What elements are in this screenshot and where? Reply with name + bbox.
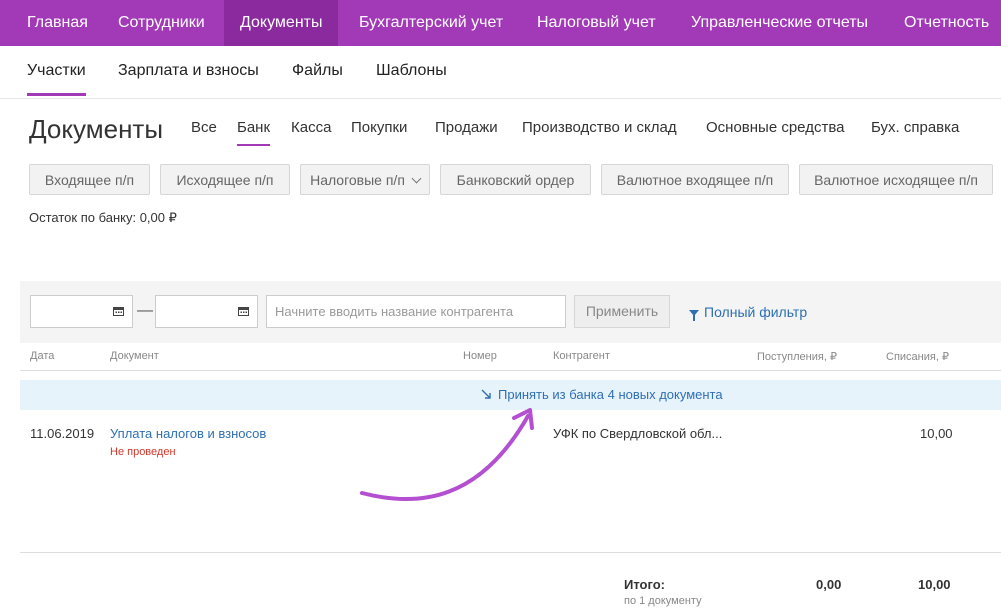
totals-expense: 10,00 [918, 577, 951, 592]
tab-cash[interactable]: Касса [291, 119, 331, 136]
arrow-down-right-icon [481, 389, 491, 399]
bank-import-row: Принять из банка 4 новых документа [20, 380, 1001, 410]
column-header-date[interactable]: Дата [30, 350, 54, 362]
chevron-down-icon [411, 173, 422, 184]
incoming-payment-button[interactable]: Входящее п/п [29, 164, 150, 195]
tax-payments-label: Налоговые п/п [310, 172, 405, 188]
date-range-separator: — [137, 302, 153, 319]
subnav-item-templates[interactable]: Шаблоны [376, 62, 447, 80]
page-title: Документы [29, 114, 164, 144]
tab-purchases[interactable]: Покупки [351, 119, 407, 136]
tab-bank[interactable]: Банк [237, 119, 271, 146]
row-date: 11.06.2019 [30, 426, 95, 441]
column-header-counterparty[interactable]: Контрагент [553, 350, 610, 362]
tab-production[interactable]: Производство и склад [522, 119, 677, 136]
top-nav: Главная Сотрудники Документы Бухгалтерск… [0, 0, 1001, 46]
bank-import-label: Принять из банка 4 новых документа [498, 387, 723, 402]
bank-balance: Остаток по банку: 0,00 ₽ [29, 210, 177, 225]
tax-payments-dropdown[interactable]: Налоговые п/п [300, 164, 430, 195]
column-header-number[interactable]: Номер [463, 350, 497, 362]
column-header-income[interactable]: Поступления, ₽ [757, 350, 837, 363]
topnav-item-accounting[interactable]: Бухгалтерский учет [343, 0, 519, 46]
totals-income: 0,00 [816, 577, 842, 592]
topnav-item-home[interactable]: Главная [11, 0, 104, 46]
tab-sales[interactable]: Продажи [435, 119, 498, 136]
full-filter-label: Полный фильтр [704, 304, 808, 320]
sub-nav: Участки Зарплата и взносы Файлы Шаблоны [0, 46, 1001, 99]
tab-accounting-note[interactable]: Бух. справка [871, 119, 959, 136]
filter-icon [689, 310, 699, 321]
divider [20, 370, 1001, 371]
tab-fixed-assets[interactable]: Основные средства [706, 119, 844, 136]
topnav-item-employees[interactable]: Сотрудники [102, 0, 221, 46]
column-header-expense[interactable]: Списания, ₽ [886, 350, 949, 363]
topnav-item-tax-accounting[interactable]: Налоговый учет [521, 0, 672, 46]
bank-import-link[interactable]: Принять из банка 4 новых документа [480, 387, 723, 402]
topnav-item-management-reports[interactable]: Управленческие отчеты [675, 0, 884, 46]
row-counterparty: УФК по Свердловской обл... [553, 426, 723, 441]
divider [20, 552, 1001, 553]
totals-label: Итого: [624, 577, 665, 592]
tab-all[interactable]: Все [191, 119, 217, 136]
column-header-document[interactable]: Документ [110, 350, 159, 362]
calendar-icon[interactable] [238, 306, 249, 316]
currency-incoming-button[interactable]: Валютное входящее п/п [601, 164, 789, 195]
topnav-item-documents[interactable]: Документы [224, 0, 339, 46]
subnav-item-sections[interactable]: Участки [27, 62, 86, 96]
bank-order-button[interactable]: Банковский ордер [440, 164, 591, 195]
date-to-input[interactable] [155, 295, 258, 328]
subnav-item-files[interactable]: Файлы [292, 62, 343, 80]
row-expense: 10,00 [920, 426, 953, 441]
apply-button[interactable]: Применить [574, 295, 670, 328]
calendar-icon[interactable] [113, 306, 124, 316]
subnav-item-salary[interactable]: Зарплата и взносы [118, 62, 259, 80]
currency-outgoing-button[interactable]: Валютное исходящее п/п [799, 164, 993, 195]
row-status: Не проведен [110, 446, 176, 458]
totals-sublabel: по 1 документу [624, 595, 702, 607]
date-from-input[interactable] [30, 295, 133, 328]
row-document-link[interactable]: Уплата налогов и взносов [110, 426, 266, 441]
topnav-item-reporting[interactable]: Отчетность [888, 0, 1001, 46]
full-filter-link[interactable]: Полный фильтр [689, 304, 808, 321]
outgoing-payment-button[interactable]: Исходящее п/п [160, 164, 290, 195]
counterparty-search-input[interactable] [266, 295, 566, 328]
